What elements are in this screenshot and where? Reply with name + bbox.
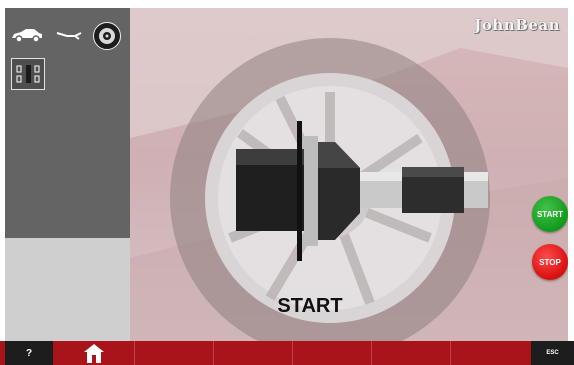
toolbar-slot-5[interactable]: [371, 341, 450, 365]
wheel-illustration: [130, 8, 568, 341]
toolbar-slot-4[interactable]: [292, 341, 371, 365]
toolbar-slot-3[interactable]: [213, 341, 292, 365]
status-message: START: [277, 295, 343, 317]
esc-button[interactable]: ESC: [531, 341, 574, 365]
home-icon: [84, 344, 104, 363]
left-panel-upper: [5, 8, 130, 238]
wheel-icon[interactable]: [93, 22, 121, 50]
brand-logo: JohnBean: [474, 16, 560, 34]
wrench-icon[interactable]: [55, 25, 83, 45]
home-button[interactable]: [54, 341, 134, 365]
balancer-screen: JohnBean START START STOP ? ESC: [0, 0, 574, 365]
balancer-mode-icon[interactable]: [11, 58, 45, 90]
toolbar-slot-2[interactable]: [134, 341, 213, 365]
car-icon[interactable]: [10, 25, 44, 45]
toolbar-slot-6[interactable]: [450, 341, 531, 365]
left-panel: [5, 8, 130, 341]
help-button[interactable]: ?: [5, 341, 53, 365]
stop-button[interactable]: STOP: [532, 244, 568, 280]
bottom-toolbar: ? ESC: [0, 341, 574, 365]
start-button[interactable]: START: [532, 196, 568, 232]
wheel-scene: JohnBean START START STOP: [130, 8, 568, 341]
